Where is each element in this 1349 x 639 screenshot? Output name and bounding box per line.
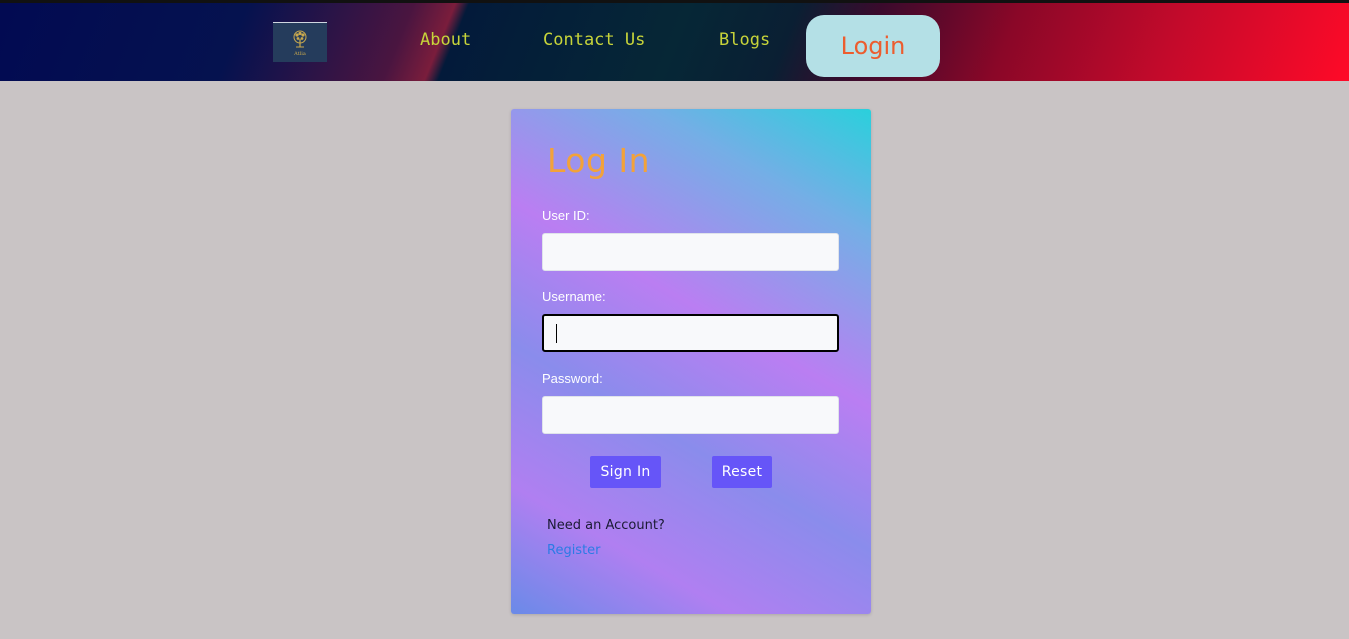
nav-link-contact-us[interactable]: Contact Us <box>543 30 645 50</box>
register-link[interactable]: Register <box>547 543 601 558</box>
login-card: Log In User ID: Username: Password: Sign… <box>511 109 871 614</box>
username-input[interactable] <box>542 314 839 352</box>
tree-icon <box>293 30 307 48</box>
form-title: Log In <box>547 141 651 180</box>
user-id-label: User ID: <box>542 208 590 223</box>
login-button[interactable]: Login <box>806 15 940 77</box>
navbar: Atlia About Contact Us Blogs Login <box>0 3 1349 81</box>
site-logo[interactable]: Atlia <box>273 22 327 62</box>
reset-button[interactable]: Reset <box>712 456 772 488</box>
user-id-input[interactable] <box>542 233 839 271</box>
password-input[interactable] <box>542 396 839 434</box>
password-label: Password: <box>542 371 603 386</box>
text-caret <box>556 324 557 343</box>
username-label: Username: <box>542 289 606 304</box>
logo-wordmark: Atlia <box>294 51 306 57</box>
sign-in-button[interactable]: Sign In <box>590 456 661 488</box>
nav-link-blogs[interactable]: Blogs <box>719 30 770 50</box>
need-account-text: Need an Account? <box>547 518 665 533</box>
nav-link-about[interactable]: About <box>420 30 471 50</box>
